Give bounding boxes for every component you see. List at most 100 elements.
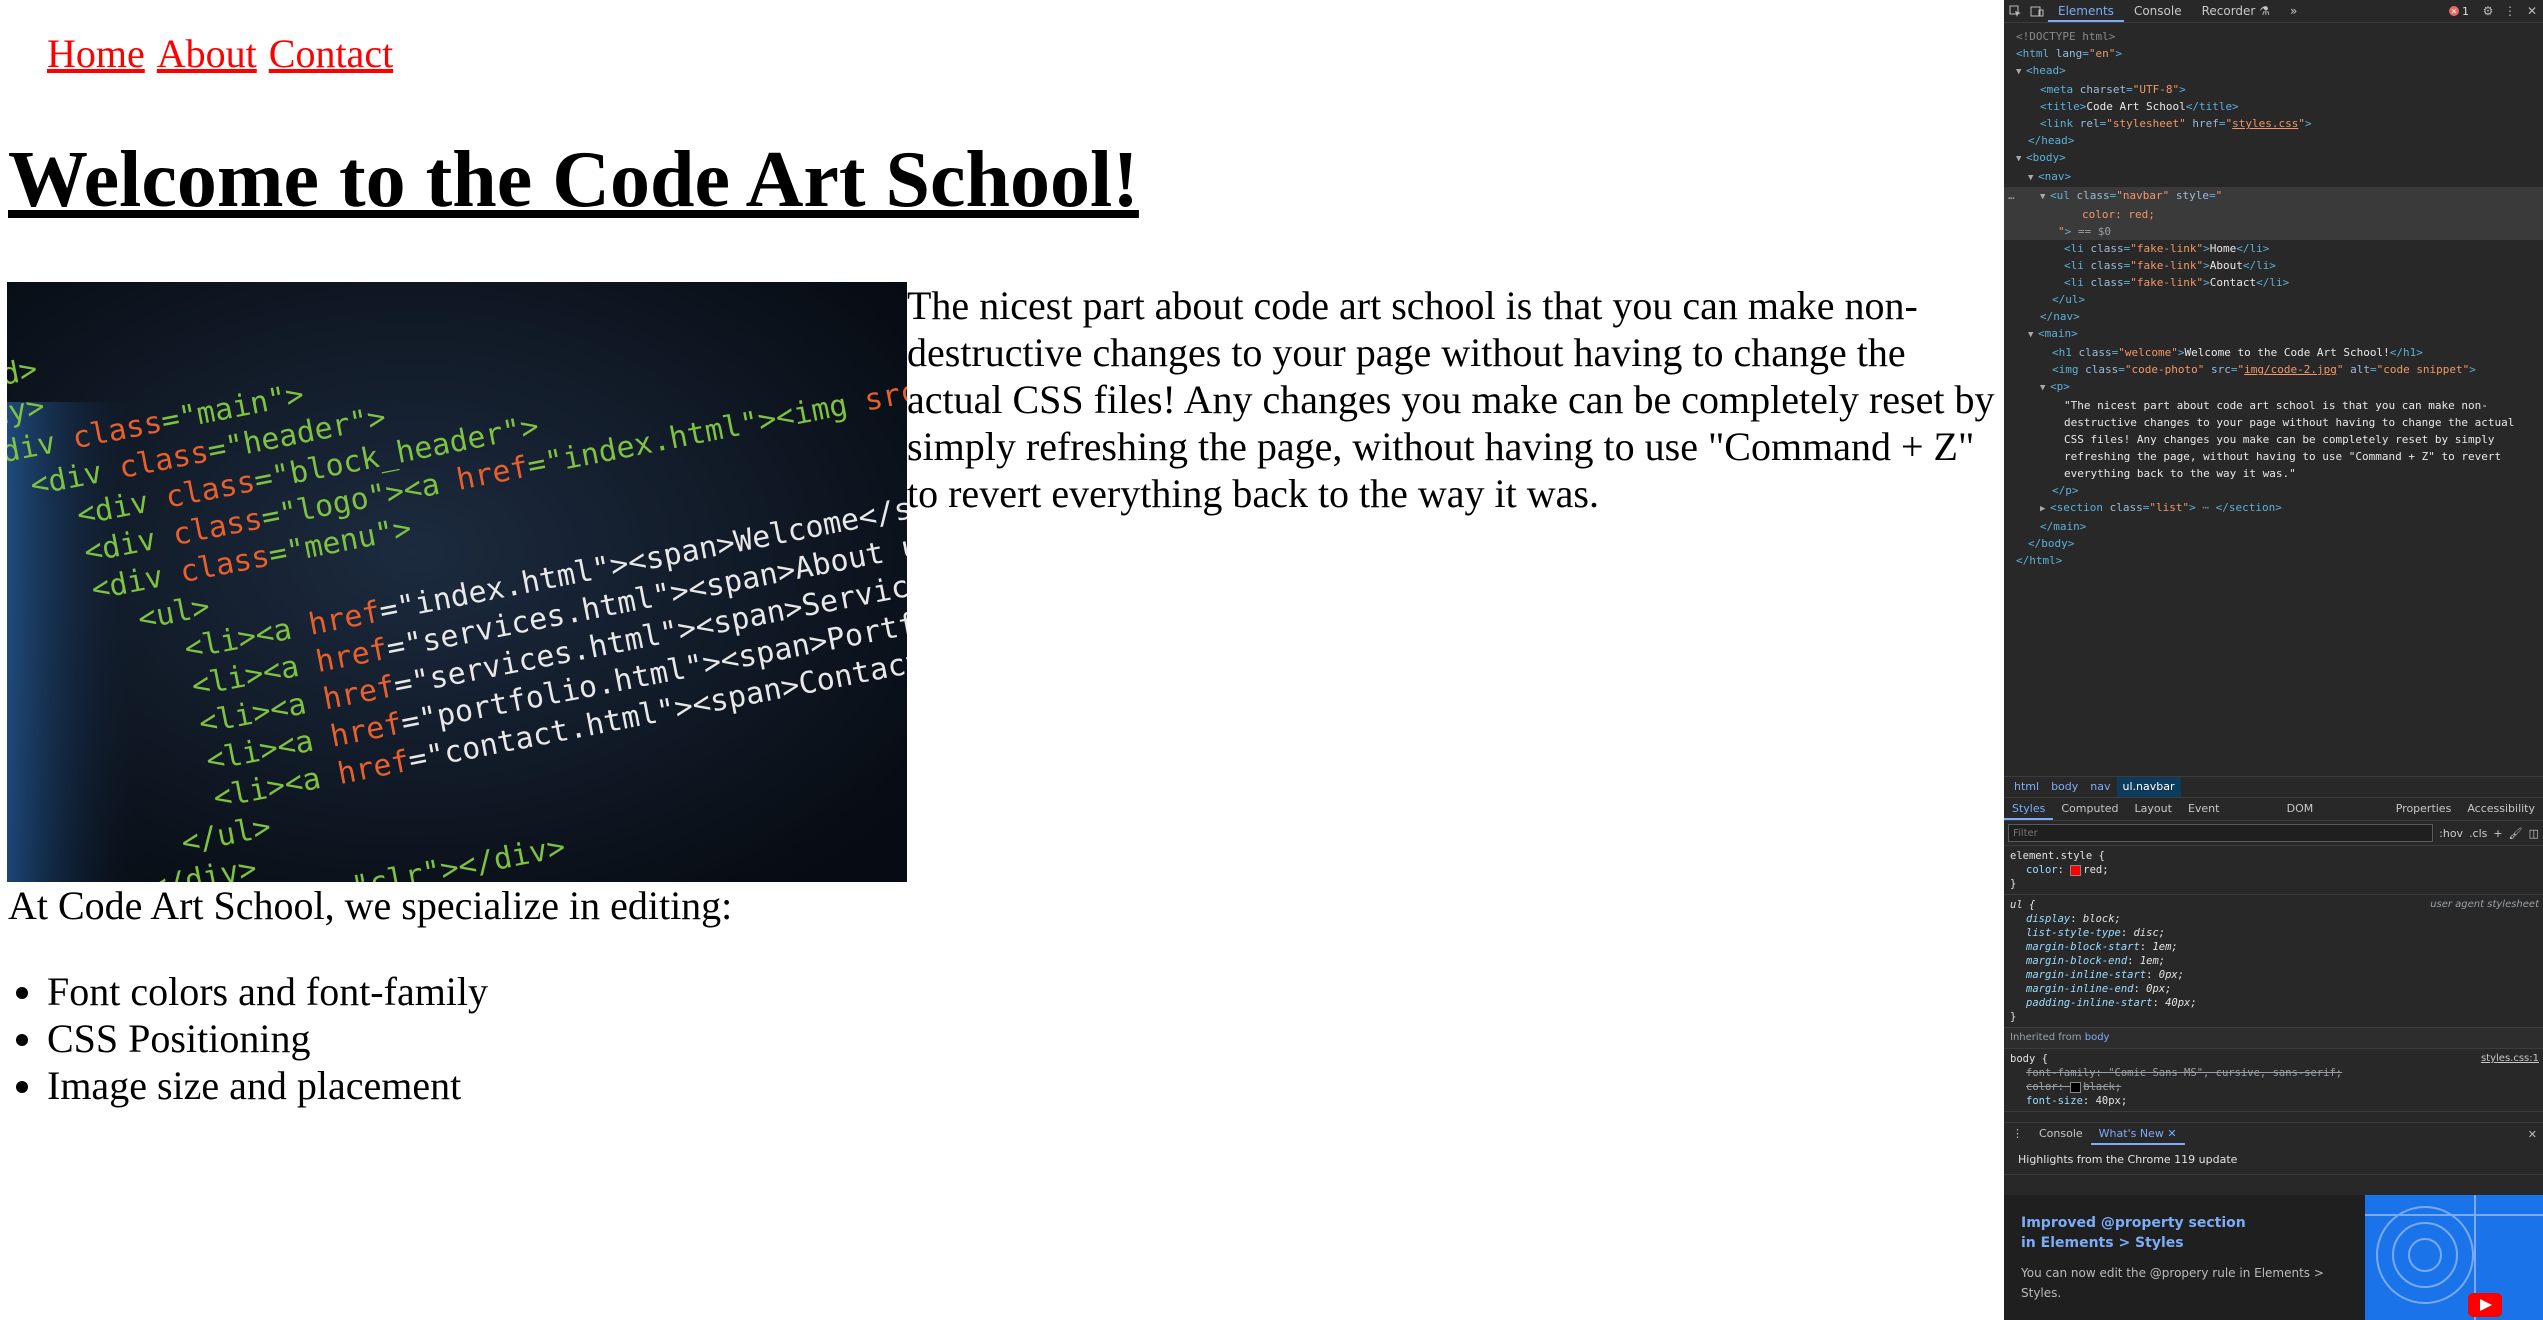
whats-new-title[interactable]: Improved @property section in Elements >…: [2021, 1213, 2261, 1253]
property-name: margin-block-start: [2026, 941, 2140, 953]
dom-node[interactable]: <img class="code-photo" src="img/code-2.…: [2004, 361, 2543, 378]
sidebar-toggle-icon[interactable]: ◫: [2529, 827, 2539, 840]
nav-link-home[interactable]: Home: [47, 30, 145, 78]
hover-state-toggle[interactable]: :hov: [2439, 827, 2463, 840]
dom-node-selected[interactable]: … ▼ <ul class="navbar" style=": [2004, 187, 2543, 206]
more-tabs-button[interactable]: »: [2280, 0, 2307, 22]
dom-node[interactable]: </p>: [2004, 482, 2543, 499]
dom-node[interactable]: ▶ <section class="list"> ⋯ </section>: [2004, 499, 2543, 518]
dom-node[interactable]: ▼ <head>: [2004, 62, 2543, 81]
dom-node[interactable]: <html lang="en">: [2004, 45, 2543, 62]
property-value: "Comic Sans MS", cursive, sans-serif;: [2108, 1067, 2343, 1079]
dom-node[interactable]: </body>: [2004, 535, 2543, 552]
drawer-tab-whats-new[interactable]: What's New ✕: [2090, 1123, 2185, 1145]
tab-layout[interactable]: Layout: [2127, 798, 2180, 820]
body-rule: styles.css:1 body { font-family: "Comic …: [2004, 1049, 2543, 1112]
tab-properties[interactable]: Properties: [2388, 798, 2460, 820]
css-property[interactable]: color: black;: [2010, 1080, 2537, 1094]
dom-node-selected[interactable]: "> == $0: [2004, 223, 2543, 240]
drawer-tabs: ⋮ Console What's New ✕ ✕: [2004, 1122, 2543, 1146]
css-property[interactable]: list-style-type: disc;: [2010, 926, 2537, 940]
dom-node[interactable]: <title>Code Art School</title>: [2004, 98, 2543, 115]
tab-elements[interactable]: Elements: [2048, 0, 2124, 22]
whats-new-card[interactable]: Improved @property section in Elements >…: [2004, 1195, 2543, 1320]
property-value: disc;: [2133, 927, 2166, 939]
dom-node[interactable]: ▼ <nav>: [2004, 168, 2543, 187]
dom-node[interactable]: <li class="fake-link">Contact</li>: [2004, 274, 2543, 291]
css-property[interactable]: padding-inline-start: 40px;: [2010, 996, 2537, 1010]
breadcrumb-html[interactable]: html: [2008, 777, 2045, 797]
tab-computed[interactable]: Computed: [2053, 798, 2126, 820]
tab-event-listeners[interactable]: Event Listeners: [2180, 798, 2279, 837]
error-counter[interactable]: ✕ 1: [2449, 5, 2469, 18]
dom-node[interactable]: <li class="fake-link">About</li>: [2004, 257, 2543, 274]
inspect-element-icon[interactable]: [2004, 0, 2026, 22]
close-icon[interactable]: ✕: [2521, 0, 2543, 22]
class-toggle[interactable]: .cls: [2469, 827, 2487, 840]
breadcrumb-nav[interactable]: nav: [2084, 777, 2116, 797]
intro-paragraph: The nicest part about code art school is…: [907, 283, 1995, 516]
dom-text-node[interactable]: "The nicest part about code art school i…: [2004, 397, 2534, 482]
inherited-label: Inherited from: [2010, 1032, 2082, 1043]
tab-styles[interactable]: Styles: [2004, 798, 2054, 820]
css-property[interactable]: margin-inline-end: 0px;: [2010, 982, 2537, 996]
add-rule-icon[interactable]: +: [2493, 827, 2502, 840]
ua-properties: display: block; list-style-type: disc; mar…: [2010, 912, 2537, 1010]
css-property[interactable]: font-family: "Comic Sans MS", cursive, s…: [2010, 1066, 2537, 1080]
drawer-tab-console[interactable]: Console: [2031, 1123, 2091, 1145]
tab-dom-breakpoints[interactable]: DOM Breakpoints: [2279, 798, 2388, 837]
navbar: Home About Contact: [47, 30, 393, 78]
whats-new-video-thumbnail[interactable]: [2365, 1195, 2543, 1320]
tab-accessibility[interactable]: Accessibility: [2459, 798, 2543, 820]
rule-source-link[interactable]: styles.css:1: [2481, 1052, 2539, 1066]
drawer-menu-icon[interactable]: ⋮: [2004, 1123, 2031, 1145]
color-swatch-icon[interactable]: [2070, 1081, 2082, 1093]
property-value: red;: [2083, 864, 2109, 876]
list-item: Image size and placement: [47, 1062, 488, 1109]
dom-node-selected[interactable]: color: red;: [2004, 206, 2543, 223]
more-options-icon[interactable]: ⋮: [2499, 0, 2521, 22]
css-property[interactable]: margin-block-end: 1em;: [2010, 954, 2537, 968]
nav-link-contact[interactable]: Contact: [269, 30, 393, 78]
close-tab-icon[interactable]: ✕: [2167, 1127, 2176, 1140]
dom-node[interactable]: <!DOCTYPE html>: [2004, 28, 2543, 45]
dom-node[interactable]: ▼ <body>: [2004, 149, 2543, 168]
css-property[interactable]: margin-inline-start: 0px;: [2010, 968, 2537, 982]
breadcrumb-body[interactable]: body: [2045, 777, 2084, 797]
dom-node[interactable]: </nav>: [2004, 308, 2543, 325]
page-title: Welcome to the Code Art School!: [8, 136, 1139, 224]
css-property[interactable]: display: block;: [2010, 912, 2537, 926]
dom-node[interactable]: </head>: [2004, 132, 2543, 149]
element-style-rule[interactable]: element.style { color: red; }: [2004, 846, 2543, 895]
dom-node[interactable]: ▼ <main>: [2004, 325, 2543, 344]
dom-node[interactable]: <li class="fake-link">Home</li>: [2004, 240, 2543, 257]
dom-node[interactable]: ▼ <p>: [2004, 378, 2543, 397]
drawer-tab-whats-new-label: What's New: [2098, 1127, 2164, 1140]
inspected-page: Home About Contact Welcome to the Code A…: [0, 0, 2004, 1320]
devtools-toolbar: Elements Console Recorder ⚗ » ✕ 1 ⚙ ⋮ ✕: [2004, 0, 2543, 23]
css-property[interactable]: color: red;: [2010, 863, 2537, 877]
settings-gear-icon[interactable]: ⚙: [2477, 0, 2499, 22]
property-value: 0px;: [2158, 969, 2185, 981]
tab-console[interactable]: Console: [2124, 0, 2192, 22]
dom-node[interactable]: </main>: [2004, 518, 2543, 535]
color-swatch-icon[interactable]: [2070, 864, 2082, 876]
dom-node[interactable]: </ul>: [2004, 291, 2543, 308]
breadcrumb-ul-navbar[interactable]: ul.navbar: [2116, 777, 2181, 797]
css-property[interactable]: margin-block-start: 1em;: [2010, 940, 2537, 954]
inherited-from-link[interactable]: body: [2085, 1032, 2110, 1043]
tab-recorder[interactable]: Recorder ⚗: [2192, 0, 2280, 22]
property-name: padding-inline-start: [2026, 997, 2153, 1009]
dom-node[interactable]: <h1 class="welcome">Welcome to the Code …: [2004, 344, 2543, 361]
dom-node[interactable]: </html>: [2004, 552, 2543, 569]
device-toolbar-icon[interactable]: [2026, 0, 2048, 22]
styles-filter-input[interactable]: [2008, 824, 2434, 842]
paint-brush-icon[interactable]: 🖌: [2509, 827, 2523, 840]
property-name: color: [2026, 1081, 2058, 1093]
dom-node[interactable]: <meta charset="UTF-8">: [2004, 81, 2543, 98]
close-drawer-icon[interactable]: ✕: [2528, 1128, 2537, 1141]
css-property[interactable]: font-size: 40px;: [2010, 1094, 2537, 1108]
property-value: black;: [2083, 1081, 2122, 1093]
dom-node[interactable]: <link rel="stylesheet" href="styles.css"…: [2004, 115, 2543, 132]
nav-link-about[interactable]: About: [157, 30, 257, 78]
